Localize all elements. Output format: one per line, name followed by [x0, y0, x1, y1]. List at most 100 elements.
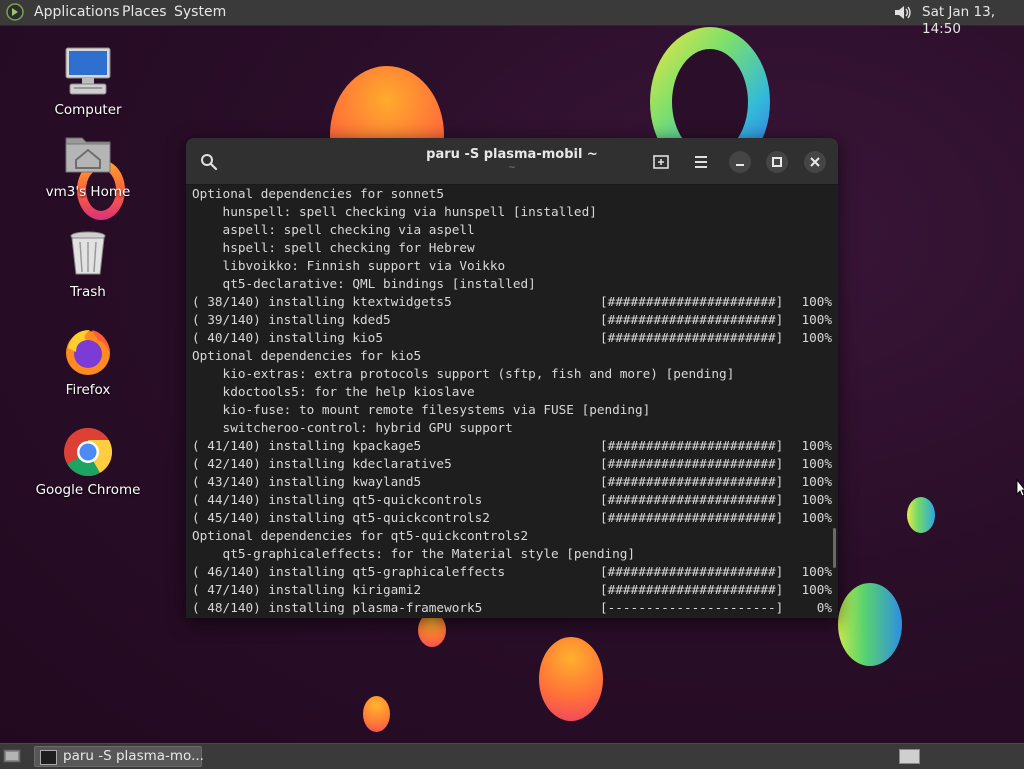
terminal-line: ( 45/140) installing qt5-quickcontrols2 [… — [192, 509, 832, 527]
home-folder-icon — [62, 128, 114, 180]
desktop-icon-chrome[interactable]: Google Chrome — [28, 426, 148, 498]
menu-icon[interactable] — [689, 150, 713, 174]
terminal-line: ( 47/140) installing kirigami2 [#########… — [192, 581, 832, 599]
places-menu[interactable]: Places — [122, 4, 167, 21]
progress-percent: 100% — [801, 294, 832, 309]
progress-percent: 0% — [816, 600, 832, 615]
terminal-line: hspell: spell checking for Hebrew — [192, 239, 475, 257]
terminal-window[interactable]: paru -S plasma-mobil ~ ~ Optional depend… — [186, 138, 838, 618]
desktop-icon-label: Trash — [70, 284, 106, 300]
desktop-icon-label: vm3's Home — [45, 184, 131, 200]
bottom-panel: paru -S plasma-mo... — [0, 743, 1024, 769]
clock[interactable]: Sat Jan 13, 14:50 — [922, 4, 1024, 38]
terminal-line-text: kdoctools5: for the help kioslave — [192, 384, 475, 399]
progress-bar-text: [######################] — [600, 492, 784, 507]
desktop-icon-home[interactable]: vm3's Home — [28, 128, 148, 200]
terminal-line-text: aspell: spell checking via aspell — [192, 222, 475, 237]
terminal-line-text: ( 47/140) installing kirigami2 — [192, 582, 422, 597]
close-icon — [810, 157, 820, 167]
terminal-line: kdoctools5: for the help kioslave — [192, 383, 475, 401]
maximize-icon — [772, 157, 782, 167]
desktop-icon-trash[interactable]: Trash — [28, 228, 148, 300]
terminal-line-text: Optional dependencies for sonnet5 — [192, 186, 445, 201]
progress-percent: 100% — [801, 564, 832, 579]
desktop-icon-label: Google Chrome — [35, 482, 141, 498]
wallpaper-orange-blob — [363, 696, 390, 732]
terminal-line: ( 41/140) installing kpackage5 [#########… — [192, 437, 832, 455]
terminal-line-text: ( 39/140) installing kded5 — [192, 312, 391, 327]
progress-bar-text: [######################] — [600, 294, 784, 309]
terminal-line: aspell: spell checking via aspell — [192, 221, 475, 239]
desktop-icon-label: Firefox — [65, 382, 111, 398]
volume-icon[interactable] — [892, 3, 912, 22]
terminal-line-text: hspell: spell checking for Hebrew — [192, 240, 475, 255]
progress-bar-text: [######################] — [600, 456, 784, 471]
terminal-headerbar[interactable]: paru -S plasma-mobil ~ ~ — [186, 138, 838, 185]
terminal-line-text: ( 46/140) installing qt5-graphicaleffect… — [192, 564, 506, 579]
terminal-line-text: libvoikko: Finnish support via Voikko — [192, 258, 506, 273]
mate-menu-icon[interactable] — [6, 3, 24, 21]
minimize-icon — [736, 164, 744, 166]
terminal-output[interactable]: Optional dependencies for sonnet5 hunspe… — [186, 185, 838, 618]
progress-percent: 100% — [801, 510, 832, 525]
minimize-button[interactable] — [729, 151, 751, 173]
terminal-scrollbar[interactable] — [833, 528, 836, 568]
terminal-line-text: kio-fuse: to mount remote filesystems vi… — [192, 402, 651, 417]
terminal-line: ( 42/140) installing kdeclarative5 [#####… — [192, 455, 832, 473]
terminal-line-text: qt5-graphicaleffects: for the Material s… — [192, 546, 636, 561]
terminal-line-text: Optional dependencies for kio5 — [192, 348, 422, 363]
terminal-line-text: ( 45/140) installing qt5-quickcontrols2 — [192, 510, 490, 525]
terminal-line-text: hunspell: spell checking via hunspell [i… — [192, 204, 597, 219]
terminal-line: hunspell: spell checking via hunspell [i… — [192, 203, 597, 221]
terminal-line: qt5-declarative: QML bindings [installed… — [192, 275, 536, 293]
terminal-line: kio-extras: extra protocols support (sft… — [192, 365, 735, 383]
mouse-pointer-icon — [1016, 479, 1024, 497]
desktop-icon-firefox[interactable]: Firefox — [28, 326, 148, 398]
terminal-line: ( 44/140) installing qt5-quickcontrols [#… — [192, 491, 832, 509]
close-button[interactable] — [804, 151, 826, 173]
progress-percent: 100% — [801, 474, 832, 489]
maximize-button[interactable] — [766, 151, 788, 173]
show-desktop-icon[interactable] — [3, 748, 21, 764]
terminal-line-text: ( 44/140) installing qt5-quickcontrols — [192, 492, 483, 507]
terminal-icon — [40, 750, 57, 765]
wallpaper-green-blob — [838, 583, 902, 666]
progress-percent: 100% — [801, 438, 832, 453]
wallpaper-orange-blob — [418, 613, 446, 647]
terminal-line-text: kio-extras: extra protocols support (sft… — [192, 366, 735, 381]
applications-menu[interactable]: Applications — [34, 4, 120, 21]
progress-bar-text: [######################] — [600, 474, 784, 489]
progress-bar-text: [######################] — [600, 438, 784, 453]
terminal-line: kio-fuse: to mount remote filesystems vi… — [192, 401, 651, 419]
desktop-icon-computer[interactable]: Computer — [28, 46, 148, 118]
terminal-line-text: Optional dependencies for qt5-quickcontr… — [192, 528, 529, 543]
terminal-line: Optional dependencies for sonnet5 — [192, 185, 444, 203]
chrome-icon — [62, 426, 114, 478]
progress-percent: 100% — [801, 582, 832, 597]
progress-percent: 100% — [801, 330, 832, 345]
progress-percent: 100% — [801, 312, 832, 327]
terminal-line: ( 48/140) installing plasma-framework5 [-… — [192, 599, 832, 617]
progress-bar-text: [######################] — [600, 510, 784, 525]
desktop-icon-label: Computer — [54, 102, 122, 118]
computer-icon — [62, 46, 114, 98]
terminal-line-text: ( 42/140) installing kdeclarative5 — [192, 456, 452, 471]
terminal-line: qt5-graphicaleffects: for the Material s… — [192, 545, 636, 563]
system-menu[interactable]: System — [174, 4, 226, 21]
terminal-line-text: ( 48/140) installing plasma-framework5 — [192, 600, 483, 615]
terminal-line: ( 43/140) installing kwayland5 [#########… — [192, 473, 832, 491]
progress-bar-text: [######################] — [600, 564, 784, 579]
trash-icon — [62, 228, 114, 280]
progress-bar-text: [######################] — [600, 582, 784, 597]
top-panel: Applications Places System Sat Jan 13, 1… — [0, 0, 1024, 37]
terminal-line: ( 38/140) installing ktextwidgets5 [#####… — [192, 293, 832, 311]
new-tab-icon[interactable] — [649, 150, 673, 174]
firefox-icon — [62, 326, 114, 378]
progress-bar-text: [######################] — [600, 330, 784, 345]
terminal-line: ( 40/140) installing kio5 [##############… — [192, 329, 832, 347]
taskbar-window-button[interactable]: paru -S plasma-mo... — [34, 746, 204, 767]
terminal-line: switcheroo-control: hybrid GPU support — [192, 419, 513, 437]
progress-percent: 100% — [801, 456, 832, 471]
workspace-switcher[interactable] — [899, 749, 920, 764]
terminal-line-text: ( 38/140) installing ktextwidgets5 — [192, 294, 452, 309]
